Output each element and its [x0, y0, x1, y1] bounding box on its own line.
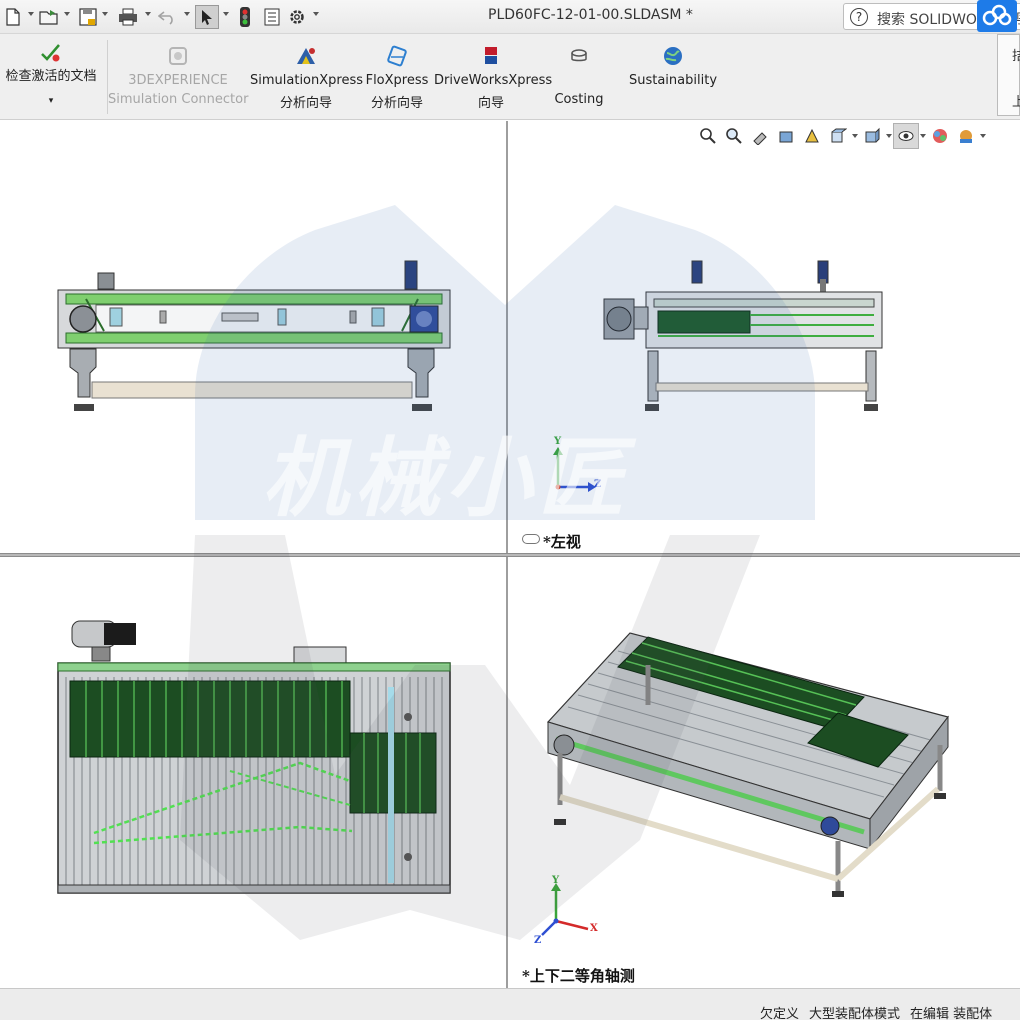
costing-button[interactable]: Costing: [548, 34, 610, 120]
apply-scene-icon[interactable]: [953, 123, 979, 149]
open-folder-icon[interactable]: [38, 5, 60, 29]
chevron-down-icon[interactable]: [223, 12, 229, 16]
status-items: 欠定义 大型装配体模式 在编辑 装配体: [760, 1003, 992, 1020]
status-bar: 欠定义 大型装配体模式 在编辑 装配体: [0, 988, 1020, 1020]
watermark-text: 机械小匠: [262, 429, 630, 529]
edit-appearance-icon[interactable]: [927, 123, 953, 149]
cloud-connect-button[interactable]: [977, 0, 1017, 32]
sustainability-button[interactable]: Sustainability: [628, 34, 718, 120]
ribbon-sublabel: 向导: [477, 96, 504, 111]
display-style-icon[interactable]: [859, 123, 885, 149]
solidworks-window: PLD60FC-12-01-00.SLDASM * ? 搜索 SOLIDWORK…: [0, 0, 1020, 1020]
chevron-down-icon[interactable]: [102, 12, 108, 16]
ribbon-sublabel: 分析向导: [370, 96, 423, 111]
costing-icon: [568, 45, 590, 71]
sustainability-globe-icon: [662, 45, 684, 71]
help-search-icon: ?: [850, 8, 868, 26]
command-manager-ribbon: 检查激活的文档 ▾ 3DEXPERIENCE Simulation Connec…: [0, 34, 1020, 120]
ribbon-label: SimulationXpress: [250, 73, 364, 88]
side-popup[interactable]: 拮 上: [997, 34, 1020, 116]
triad-x-label: X: [590, 923, 598, 934]
chevron-down-icon[interactable]: [184, 12, 190, 16]
chevron-down-icon[interactable]: [851, 123, 859, 149]
view-orientation-icon[interactable]: [825, 123, 851, 149]
floxpress-icon: [385, 45, 409, 71]
viewport-top[interactable]: [0, 557, 506, 988]
simulationxpress-button[interactable]: SimulationXpress 分析向导: [250, 34, 364, 120]
status-editing: 在编辑 装配体: [910, 1007, 993, 1020]
chevron-down-icon[interactable]: [145, 12, 151, 16]
viewport-label-left: *左视: [543, 533, 581, 551]
chevron-down-icon[interactable]: [28, 12, 34, 16]
cursor-icon[interactable]: [195, 5, 219, 29]
chevron-down-icon[interactable]: [979, 123, 987, 149]
heads-up-view-toolbar: [695, 122, 987, 150]
side-popup-text: 拮: [1012, 49, 1020, 64]
simulation-connector-icon: [167, 45, 189, 71]
ribbon-label: Sustainability: [628, 73, 718, 88]
ribbon-sublabel: Simulation Connector: [108, 92, 249, 107]
ribbon-label: 3DEXPERIENCE: [128, 73, 228, 88]
simulation-connector-button[interactable]: 3DEXPERIENCE Simulation Connector: [108, 34, 248, 120]
top-view-model: [57, 620, 451, 894]
properties-icon[interactable]: [262, 5, 282, 29]
triad-z-label: Z: [534, 935, 542, 946]
status-large-assembly-mode: 大型装配体模式: [809, 1007, 901, 1020]
chevron-down-icon[interactable]: [313, 12, 319, 16]
new-file-icon[interactable]: [4, 5, 22, 29]
save-icon[interactable]: [78, 5, 98, 29]
undo-icon[interactable]: [157, 5, 179, 29]
print-icon[interactable]: [117, 5, 139, 29]
viewport-isometric[interactable]: Y X Z *上下二等角轴测: [508, 557, 1020, 988]
ribbon-label: DriveWorksXpress: [434, 73, 553, 88]
cloud-icon: [982, 4, 1012, 26]
chevron-down-icon[interactable]: [64, 12, 70, 16]
gear-icon[interactable]: [287, 5, 307, 29]
driveworksxpress-icon: [481, 45, 501, 71]
ribbon-label: FloXpress: [365, 73, 429, 88]
check-active-document-button[interactable]: 检查激活的文档 ▾: [0, 34, 102, 120]
isometric-view-model: [541, 632, 950, 936]
title-bar: PLD60FC-12-01-00.SLDASM * ? 搜索 SOLIDWORK…: [0, 0, 1020, 34]
triad-y-label: Y: [552, 875, 560, 886]
chevron-down-icon[interactable]: [919, 123, 927, 149]
chevron-down-icon[interactable]: ▾: [0, 96, 102, 106]
section-view-icon[interactable]: [773, 123, 799, 149]
viewport-label-isometric: *上下二等角轴测: [522, 967, 635, 985]
ribbon-sublabel: 分析向导: [279, 96, 332, 111]
driveworksxpress-button[interactable]: DriveWorksXpress 向导: [434, 34, 553, 120]
document-title: PLD60FC-12-01-00.SLDASM *: [488, 7, 693, 23]
zoom-to-area-icon[interactable]: [721, 123, 747, 149]
ribbon-label: 检查激活的文档: [5, 69, 97, 84]
ribbon-label: Costing: [554, 92, 604, 107]
hide-show-items-icon[interactable]: [893, 123, 919, 149]
simulationxpress-icon: [294, 45, 318, 71]
link-icon: [522, 534, 540, 544]
floxpress-button[interactable]: FloXpress 分析向导: [362, 34, 432, 120]
previous-view-icon[interactable]: [747, 123, 773, 149]
chevron-down-icon[interactable]: [885, 123, 893, 149]
traffic-light-icon[interactable]: [238, 5, 252, 29]
dynamic-annotation-icon[interactable]: [799, 123, 825, 149]
viewport-splitter-horizontal[interactable]: [0, 553, 1020, 557]
zoom-to-fit-icon[interactable]: [695, 123, 721, 149]
side-popup-text: 上: [1012, 95, 1020, 110]
status-constraint: 欠定义: [760, 1007, 800, 1020]
